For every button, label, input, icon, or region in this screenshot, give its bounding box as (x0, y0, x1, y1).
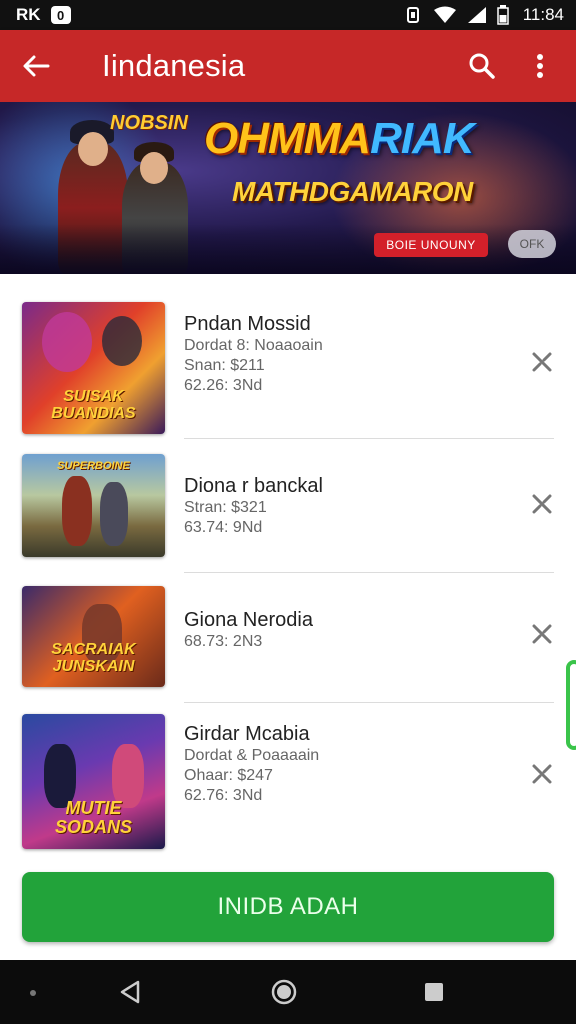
status-left-text: RK (16, 5, 41, 24)
recents-square-icon[interactable] (416, 974, 452, 1010)
unpin-icon[interactable] (526, 758, 558, 790)
search-icon[interactable] (460, 44, 504, 88)
home-circle-icon[interactable] (266, 974, 302, 1010)
back-triangle-icon[interactable] (112, 974, 148, 1010)
item-detail: 62.26: 3Nd (184, 377, 263, 394)
game-thumbnail: MUTIE SODANS (22, 714, 165, 849)
list-item[interactable]: SACRAIAK JUNSKAIN Giona Nerodia 68.73: 2… (0, 586, 576, 688)
list-item[interactable]: SUISAK BUANDIAS Pndan Mossid Dordat 8: N… (0, 302, 576, 436)
banner-subtitle: MATHDGAMARON (232, 176, 473, 207)
unpin-icon[interactable] (526, 488, 558, 520)
game-thumbnail: SUPERBOINE (22, 454, 165, 557)
page-title: Iindanesia (102, 48, 246, 83)
item-detail: Ohaar: $247 (184, 767, 273, 784)
item-title: Giona Nerodia (184, 609, 313, 631)
list-divider (184, 438, 554, 439)
wifi-icon (433, 6, 457, 24)
thumbnail-caption: SACRAIAK JUNSKAIN (51, 641, 136, 675)
thumbnail-caption: SUISAK BUANDIAS (51, 388, 136, 422)
signal-icon (467, 6, 487, 24)
banner-title-part1: OHMMA (204, 114, 371, 163)
app-bar: Iindanesia (0, 30, 576, 102)
banner-title-part2: RIAK (370, 114, 475, 163)
unpin-icon[interactable] (526, 618, 558, 650)
status-bar: RK 0 11:84 (0, 0, 576, 30)
item-title: Pndan Mossid (184, 313, 311, 335)
navigation-bar (0, 960, 576, 1024)
item-detail: 62.76: 3Nd (184, 787, 263, 804)
game-thumbnail: SUISAK BUANDIAS (22, 302, 165, 434)
list-item[interactable]: SUPERBOINE Diona r banckal Stran: $321 6… (0, 454, 576, 558)
thumbnail-caption: SUPERBOINE (57, 460, 130, 472)
banner-small-logo: NOBSIN (110, 112, 188, 134)
item-detail: Dordat & Poaaaain (184, 747, 320, 764)
item-detail: Dordat 8: Noaaoain (184, 337, 323, 354)
item-detail: 63.74: 9Nd (184, 519, 263, 536)
battery-icon (496, 5, 509, 25)
vibrate-icon (403, 6, 423, 24)
banner-secondary-button[interactable]: OFK (508, 230, 556, 258)
item-detail: 68.73: 2N3 (184, 633, 263, 650)
game-thumbnail: SACRAIAK JUNSKAIN (22, 586, 165, 687)
banner-primary-button[interactable]: BOIE UNOUNY (374, 233, 488, 257)
item-title: Diona r banckal (184, 475, 323, 497)
nav-indicator-dot (30, 990, 36, 996)
item-title: Girdar Mcabia (184, 723, 310, 745)
app-notification-icon: 0 (50, 6, 71, 24)
back-arrow-icon[interactable] (14, 44, 58, 88)
install-button[interactable]: INIDB ADAH (22, 872, 554, 942)
list-divider (184, 572, 554, 573)
list-divider (184, 702, 554, 703)
more-vert-icon[interactable] (518, 44, 562, 88)
banner-title: OHMMARIAK (204, 114, 475, 164)
thumbnail-caption: MUTIE SODANS (54, 798, 132, 837)
list-item[interactable]: MUTIE SODANS Girdar Mcabia Dordat & Poaa… (0, 714, 576, 850)
unpin-icon[interactable] (526, 346, 558, 378)
edge-panel-handle[interactable] (566, 660, 576, 750)
item-detail: Stran: $321 (184, 499, 267, 516)
status-time: 11:84 (522, 5, 564, 24)
item-detail: Snan: $211 (184, 357, 265, 374)
